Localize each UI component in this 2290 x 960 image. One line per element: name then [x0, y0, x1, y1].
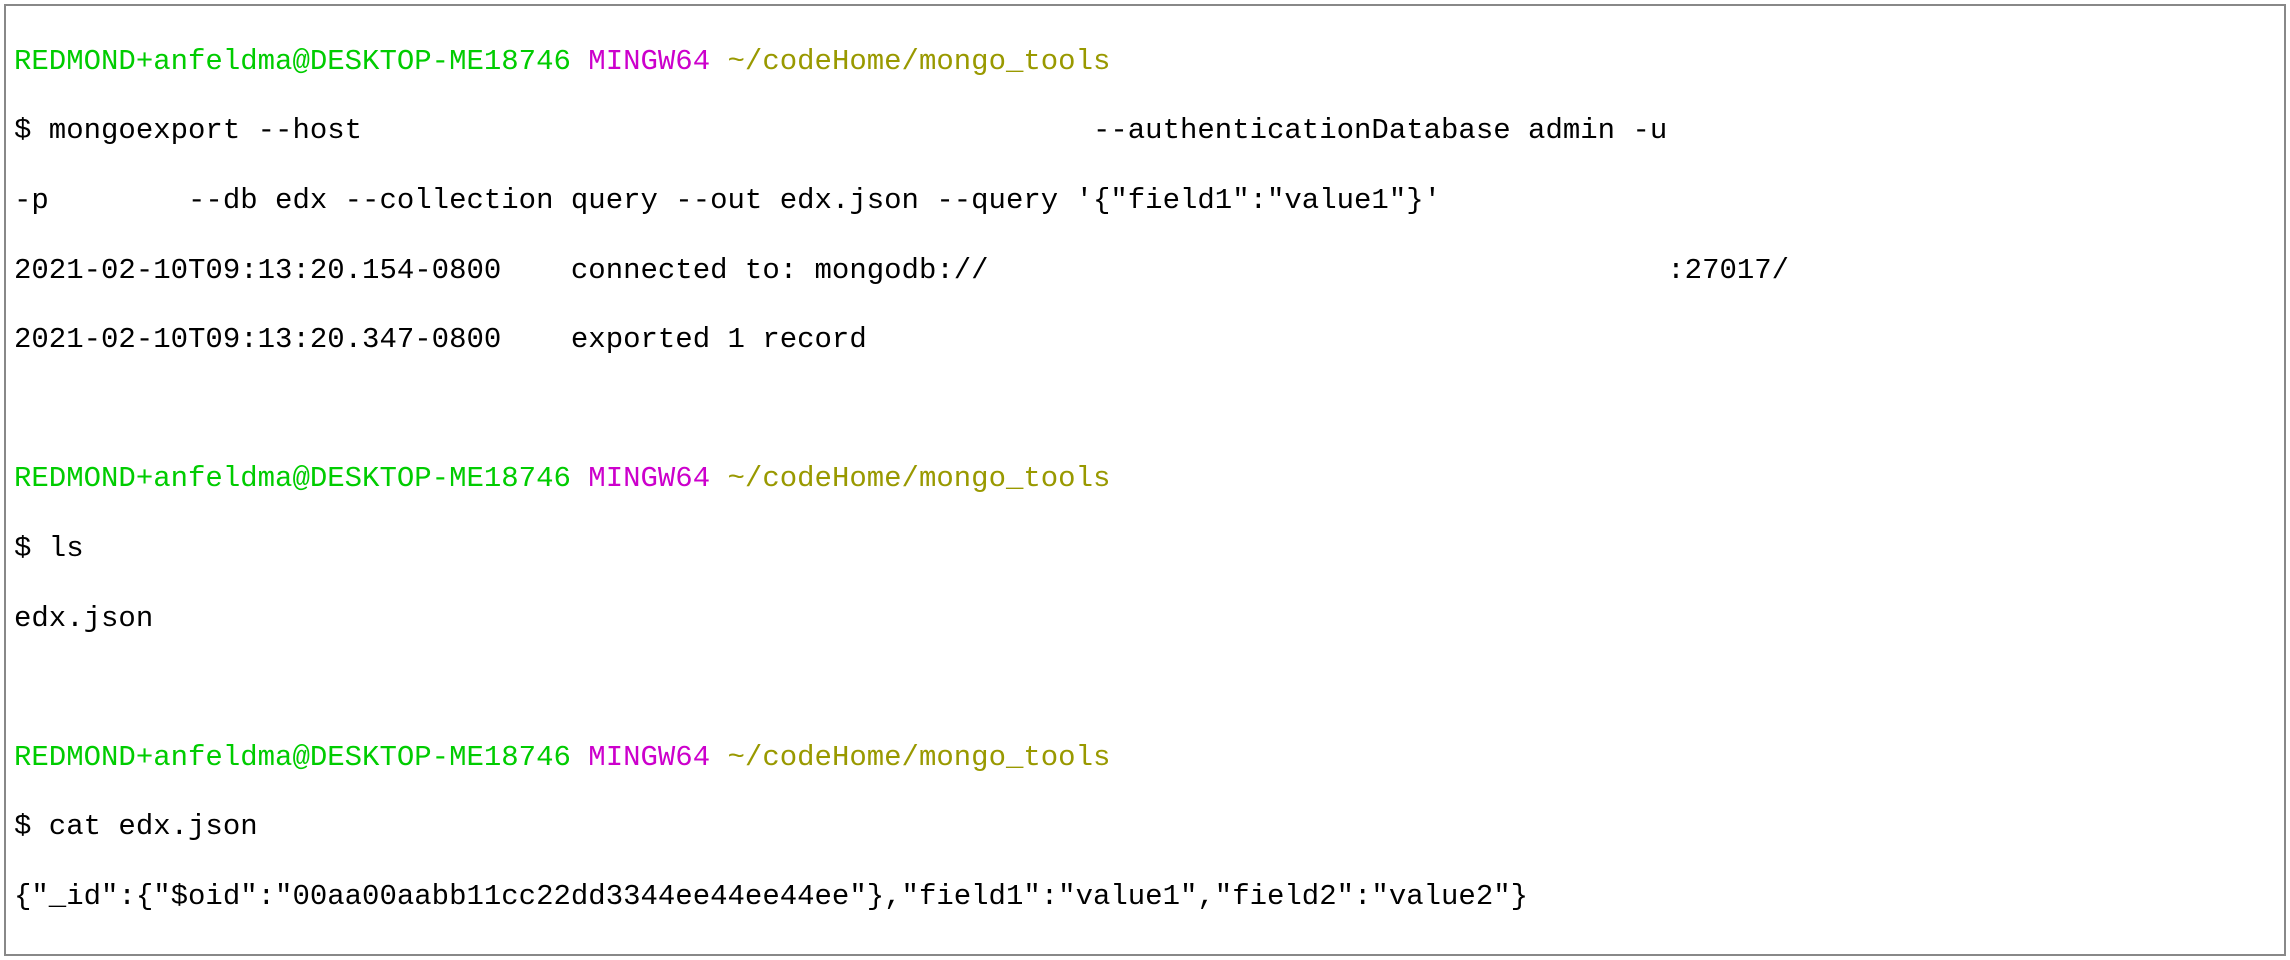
blank-line	[14, 671, 2276, 706]
command-line: -p --db edx --collection query --out edx…	[14, 184, 2276, 219]
user-host: REDMOND+anfeldma@DESKTOP-ME18746	[14, 741, 571, 774]
user-host: REDMOND+anfeldma@DESKTOP-ME18746	[14, 45, 571, 78]
prompt-line: REDMOND+anfeldma@DESKTOP-ME18746 MINGW64…	[14, 462, 2276, 497]
command-line: $ ls	[14, 532, 2276, 567]
cwd-path: ~/codeHome/mongo_tools	[728, 462, 1111, 495]
user-host: REDMOND+anfeldma@DESKTOP-ME18746	[14, 462, 571, 495]
output-line: edx.json	[14, 602, 2276, 637]
command-line: $ mongoexport --host --authenticationDat…	[14, 114, 2276, 149]
prompt-line: REDMOND+anfeldma@DESKTOP-ME18746 MINGW64…	[14, 45, 2276, 80]
cwd-path: ~/codeHome/mongo_tools	[728, 741, 1111, 774]
prompt-line: REDMOND+anfeldma@DESKTOP-ME18746 MINGW64…	[14, 741, 2276, 776]
shell-env: MINGW64	[588, 741, 710, 774]
output-line: {"_id":{"$oid":"00aa00aabb11cc22dd3344ee…	[14, 880, 2276, 915]
output-line: 2021-02-10T09:13:20.347-0800 exported 1 …	[14, 323, 2276, 358]
terminal-window[interactable]: REDMOND+anfeldma@DESKTOP-ME18746 MINGW64…	[4, 4, 2286, 956]
blank-line	[14, 393, 2276, 428]
shell-env: MINGW64	[588, 462, 710, 495]
cwd-path: ~/codeHome/mongo_tools	[728, 45, 1111, 78]
output-line: 2021-02-10T09:13:20.154-0800 connected t…	[14, 254, 2276, 289]
shell-env: MINGW64	[588, 45, 710, 78]
command-line: $ cat edx.json	[14, 810, 2276, 845]
